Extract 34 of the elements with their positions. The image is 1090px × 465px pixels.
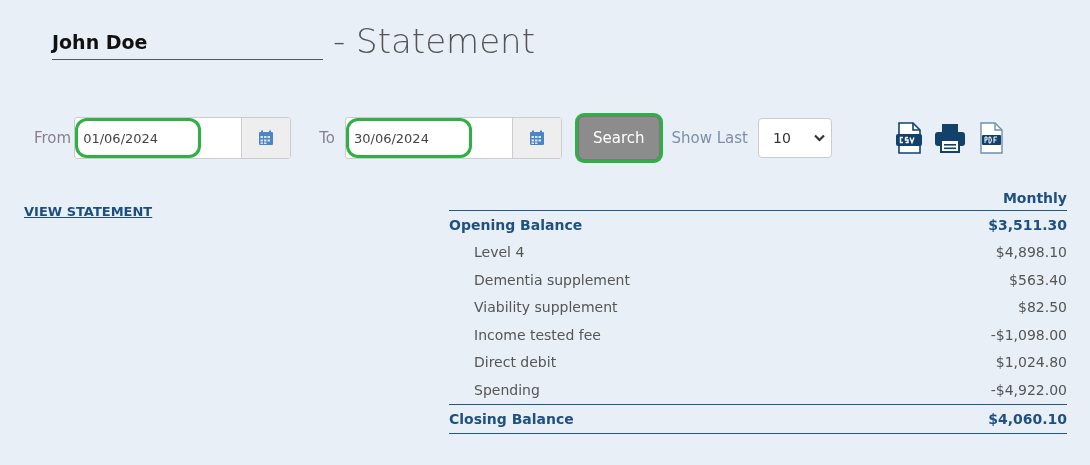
amount: $4,060.10 (988, 410, 1067, 427)
calendar-button[interactable] (241, 118, 291, 158)
pdf-file-icon[interactable] (978, 122, 1004, 154)
page-title: - Statement (333, 22, 535, 60)
csv-file-icon[interactable] (896, 122, 922, 154)
calendar-button[interactable] (511, 118, 561, 158)
date-field[interactable]: 30/06/2024 (344, 117, 562, 159)
date-field[interactable]: 01/06/2024 (74, 117, 292, 159)
row-label: Closing Balance (449, 410, 574, 427)
show-last-dropdown[interactable]: 10 (758, 118, 832, 158)
amount: $4,898.10 (995, 244, 1067, 261)
column-header: Monthly (1002, 190, 1067, 206)
amount: $82.50 (1018, 299, 1067, 316)
printer-icon[interactable] (934, 123, 966, 153)
row-label: Direct debit (474, 354, 557, 371)
amount: -$1,098.00 (990, 326, 1067, 343)
caret-icon (814, 134, 825, 142)
field-label: From (34, 129, 72, 147)
client-name: John Doe (52, 31, 323, 60)
row-label: Level 4 (474, 244, 525, 261)
row-label: Spending (474, 381, 540, 398)
amount: $563.40 (1009, 271, 1067, 288)
row-label: Viability supplement (474, 299, 618, 316)
row-label: Dementia supplement (474, 271, 630, 288)
row-label: Income tested fee (474, 326, 601, 343)
show-last-label: Show Last (671, 129, 748, 147)
amount: $1,024.80 (995, 354, 1067, 371)
amount: -$4,922.00 (990, 381, 1067, 398)
calendar-icon (528, 130, 545, 146)
row-label: Opening Balance (449, 216, 583, 233)
amount: $3,511.30 (988, 216, 1067, 233)
field-label: To (319, 129, 335, 147)
view-statement-link[interactable]: VIEW STATEMENT (24, 204, 153, 219)
calendar-icon (258, 130, 275, 146)
